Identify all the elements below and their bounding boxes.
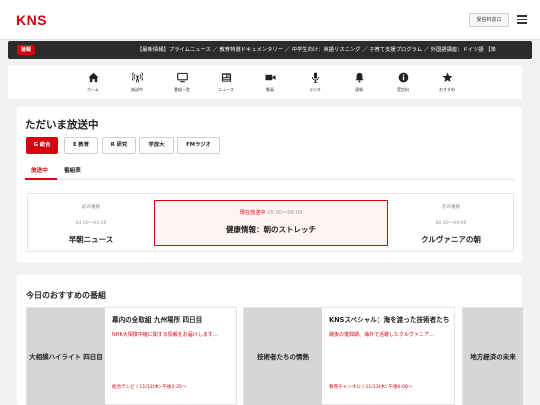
nav-item-radio[interactable]: ラジオ	[296, 72, 334, 96]
previous-title: 早朝ニュース	[68, 235, 114, 244]
onair-section: ただいま放送中 G 総合 E 教育 R 研究 学放大 FMラジオ 放送中 番組表…	[17, 107, 522, 262]
current-program[interactable]: 現在放送中 05:00〜06:00 健康情報：朝のストレッチ	[154, 200, 388, 246]
nav-item-home[interactable]: ホーム	[74, 72, 112, 96]
current-title: 健康情報：朝のストレッチ	[226, 225, 316, 234]
program-thumbnail[interactable]: 地方経済の未来	[463, 308, 523, 405]
recommend-section: 今日のおすすめの番組 大相撲ハイライト 四日目 幕内の全取組 九州場所 四日目 …	[17, 275, 523, 405]
site-logo[interactable]: KNS	[16, 12, 47, 28]
previous-time: 04:00〜05:00	[75, 221, 107, 226]
info-icon	[398, 72, 408, 83]
star-icon	[441, 72, 453, 82]
home-icon	[87, 72, 99, 83]
next-program[interactable]: 次の番組 06:00〜09:00 クルヴァニアの朝	[389, 194, 513, 251]
nav-item-programs[interactable]: 番組一覧	[163, 72, 201, 96]
nav-item-recommend[interactable]: おすすめ	[428, 72, 466, 96]
nav-item-news[interactable]: ニュース	[207, 72, 245, 96]
program-title[interactable]: KNSスペシャル：海を渡った技術者たち	[329, 315, 454, 325]
program-description: NHK大相撲中継に関する情報をお届けします…	[112, 332, 218, 338]
nav-label: 放送中	[131, 87, 143, 92]
program-airtime: 教育チャンネル / 11/13(木) 午後6:00〜	[329, 385, 413, 390]
previous-program[interactable]: 前の番組 04:00〜05:00 早朝ニュース	[28, 194, 154, 251]
site-header: KNS 受信料窓口	[0, 0, 540, 40]
next-label: 次の番組	[441, 205, 461, 210]
channel-button-r[interactable]: R 研究	[102, 137, 136, 154]
nav-label: ホーム	[87, 87, 99, 92]
nav-item-onair[interactable]: 放送中	[118, 72, 156, 96]
recommend-card[interactable]: 技術者たちの情熱 KNSスペシャル：海を渡った技術者たち 戦後の復興期、海外で活…	[243, 307, 455, 405]
video-icon	[264, 74, 276, 81]
hamburger-menu-icon[interactable]	[517, 15, 527, 24]
channel-button-gakuho[interactable]: 学放大	[139, 137, 174, 154]
recommend-title: 今日のおすすめの番組	[26, 291, 106, 300]
program-panel: 前の番組 04:00〜05:00 早朝ニュース 現在放送中 05:00〜06:0…	[27, 193, 514, 252]
channel-button-e[interactable]: E 教育	[64, 137, 98, 154]
onair-title: ただいま放送中	[25, 119, 99, 131]
program-airtime: 総合テレビ / 11/13(木) 午後3:35〜	[112, 385, 187, 390]
fee-window-button[interactable]: 受信料窓口	[469, 13, 509, 27]
tv-icon	[176, 72, 188, 83]
tab-onair[interactable]: 放送中	[31, 166, 48, 174]
nav-item-video[interactable]: 動画	[251, 72, 289, 96]
tab-divider	[25, 179, 514, 180]
breaking-news-ticker[interactable]: 速報 【最新情報】プライムニュース ／ 教育特選ドキュメンタリー ／ 中学生向け…	[8, 41, 532, 59]
nav-label: 動画	[266, 87, 274, 92]
recommend-card[interactable]: 大相撲ハイライト 四日目 幕内の全取組 九州場所 四日目 NHK大相撲中継に関す…	[26, 307, 237, 405]
ticker-text[interactable]: 【最新情報】プライムニュース ／ 教育特選ドキュメンタリー ／ 中学生向け：英語…	[137, 41, 532, 59]
nav-item-alerts[interactable]: 速報	[340, 72, 378, 96]
program-title[interactable]: 幕内の全取組 九州場所 四日目	[112, 315, 237, 325]
microphone-icon	[311, 72, 319, 83]
main-navigation: ホーム 放送中 番組一覧 ニュース 動画 ラジオ 速報 受信料 おすすめ	[8, 66, 522, 99]
newspaper-icon	[221, 73, 231, 82]
broadcast-icon	[131, 72, 143, 83]
nav-label: 番組一覧	[174, 87, 190, 92]
nav-label: ラジオ	[309, 87, 321, 92]
program-thumbnail[interactable]: 大相撲ハイライト 四日目	[27, 308, 105, 405]
program-description: 戦後の復興期、海外で活躍したクルヴァニア…	[329, 332, 434, 338]
current-status: 現在放送中	[239, 210, 266, 216]
active-tab-indicator	[25, 178, 57, 180]
previous-label: 前の番組	[81, 205, 101, 210]
program-thumbnail[interactable]: 技術者たちの情熱	[244, 308, 322, 405]
current-time: 05:00〜06:00	[267, 210, 303, 216]
channel-button-fm[interactable]: FMラジオ	[177, 137, 220, 154]
channel-button-g[interactable]: G 総合	[26, 137, 58, 154]
nav-label: ニュース	[218, 87, 234, 92]
breaking-badge: 速報	[17, 45, 36, 55]
nav-label: 受信料	[397, 87, 409, 92]
tab-schedule[interactable]: 番組表	[64, 166, 81, 174]
next-title: クルヴァニアの朝	[421, 235, 481, 244]
nav-label: おすすめ	[439, 87, 455, 92]
next-time: 06:00〜09:00	[435, 221, 467, 226]
nav-item-fee[interactable]: 受信料	[384, 72, 422, 96]
recommend-card[interactable]: 地方経済の未来	[462, 307, 523, 405]
bell-icon	[354, 72, 364, 83]
nav-label: 速報	[355, 87, 363, 92]
